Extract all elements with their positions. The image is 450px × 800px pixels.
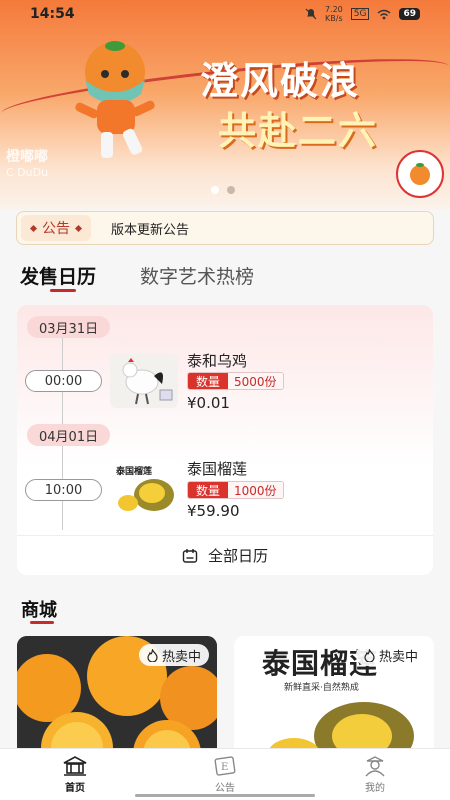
stock-value: 1000份 — [228, 482, 283, 498]
announcement-tag: 公告 — [21, 215, 91, 241]
svg-text:E: E — [221, 762, 228, 773]
goods-card-durian[interactable]: 泰国榴莲 新鲜直采·自然熟成 热卖中 — [234, 636, 434, 756]
announcement-tag-label: 公告 — [42, 221, 70, 237]
diamond-icon — [74, 224, 83, 232]
mall-title-underline — [30, 621, 54, 624]
orange-mascot-illustration — [75, 41, 155, 158]
product-price: ¥0.01 — [187, 394, 230, 412]
announcement-text[interactable]: 版本更新公告 — [111, 219, 189, 238]
date-pill: 03月31日 — [27, 316, 111, 338]
thumb-caption: 泰国榴莲 — [116, 467, 153, 477]
home-indicator — [135, 794, 315, 797]
time-pill: 10:00 — [25, 479, 102, 501]
carousel-indicator — [211, 186, 235, 194]
active-tab-indicator — [50, 289, 76, 292]
banner-brand-en: C DuDu — [6, 166, 49, 179]
stock-label: 数量 — [188, 482, 229, 498]
hot-sale-badge: 热卖中 — [138, 644, 209, 666]
home-icon — [63, 756, 87, 776]
stock-tag: 数量 5000份 — [187, 372, 284, 390]
banner-brand-cn: 橙嘟嘟 — [6, 149, 48, 165]
product-name[interactable]: 泰国榴莲 — [187, 458, 247, 479]
network-speed: 7.20 KB/s — [324, 5, 343, 23]
flame-icon — [364, 648, 375, 662]
hot-sale-badge: 热卖中 — [355, 644, 426, 666]
date-pill: 04月01日 — [27, 424, 111, 446]
status-icons: 7.20 KB/s 5G 69 — [305, 5, 420, 23]
profile-icon — [365, 756, 385, 777]
durian-product-image[interactable]: 泰国榴莲 — [110, 461, 178, 515]
section-tabs: 发售日历 数字艺术热榜 — [20, 262, 254, 289]
tab-release-calendar[interactable]: 发售日历 — [20, 262, 96, 289]
bottom-navigation: 首页 E 公告 我的 — [0, 748, 450, 800]
flame-icon — [147, 648, 158, 662]
tab-digital-art-ranking[interactable]: 数字艺术热榜 — [140, 262, 254, 289]
diamond-icon — [29, 224, 38, 232]
stock-tag: 数量 1000份 — [187, 481, 284, 499]
product-name[interactable]: 泰和乌鸡 — [187, 350, 247, 371]
promo-banner[interactable]: 澄风破浪 共赴二六 橙嘟嘟 C DuDu — [0, 0, 450, 210]
chicken-icon — [122, 358, 173, 405]
nav-home[interactable]: 首页 — [0, 749, 150, 800]
chicken-product-image[interactable] — [110, 354, 178, 408]
carousel-dot[interactable] — [211, 186, 219, 194]
wifi-icon — [378, 9, 391, 19]
stock-value: 5000份 — [228, 373, 283, 389]
announcement-bar[interactable]: 公告 版本更新公告 — [16, 211, 434, 245]
mute-icon — [305, 8, 317, 20]
release-calendar-card: 03月31日 00:00 泰和乌鸡 数量 5000份 ¥0.01 04月01日 … — [17, 305, 433, 575]
nav-notice[interactable]: E 公告 — [150, 749, 300, 800]
battery-level: 69 — [399, 8, 420, 20]
brand-seal-logo — [396, 150, 444, 198]
product-price: ¥59.90 — [187, 502, 240, 520]
durian-tagline: 新鲜直采·自然熟成 — [284, 683, 359, 693]
durian-product-image — [268, 702, 414, 756]
banner-title-line2: 共赴二六 — [218, 109, 379, 153]
status-time: 14:54 — [30, 6, 75, 22]
banner-title-line1: 澄风破浪 — [200, 59, 361, 103]
carousel-dot[interactable] — [227, 186, 235, 194]
mall-section-title: 商城 — [21, 600, 57, 621]
all-calendar-button[interactable]: 全部日历 — [17, 535, 433, 575]
nav-profile[interactable]: 我的 — [300, 749, 450, 800]
status-bar: 14:54 7.20 KB/s 5G 69 — [0, 0, 450, 28]
calendar-icon — [182, 548, 198, 563]
orange-logo-icon — [410, 163, 430, 185]
goods-card-orange[interactable]: 热卖中 — [17, 636, 217, 756]
network-type: 5G — [350, 8, 370, 20]
notice-icon: E — [214, 756, 236, 776]
time-pill: 00:00 — [25, 370, 102, 392]
stock-label: 数量 — [188, 373, 229, 389]
all-calendar-label: 全部日历 — [207, 547, 268, 565]
